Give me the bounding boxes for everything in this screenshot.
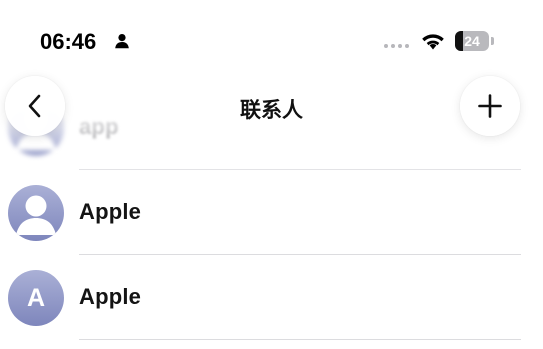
row-divider <box>79 254 521 255</box>
wifi-icon <box>422 34 444 50</box>
status-time: 06:46 <box>40 29 97 54</box>
battery-percent: 24 <box>464 33 480 49</box>
status-bar: 06:46 24 <box>0 0 543 72</box>
row-divider <box>79 169 521 170</box>
plus-icon <box>478 94 502 118</box>
cellular-signal-icon <box>384 44 409 48</box>
avatar-initial: A <box>26 283 46 312</box>
contact-avatar <box>8 185 64 241</box>
battery-icon: 24 <box>455 31 489 51</box>
contact-row-apple[interactable]: Apple <box>0 171 543 255</box>
row-divider <box>79 339 521 340</box>
add-contact-button[interactable] <box>460 76 520 136</box>
contact-row-apple-initial[interactable]: A Apple <box>0 256 543 340</box>
contact-avatar: A <box>8 270 64 326</box>
battery-tip <box>491 37 494 45</box>
contact-name: Apple <box>79 199 142 224</box>
contact-name: Apple <box>79 284 142 309</box>
person-fill-icon <box>115 34 129 49</box>
person-placeholder-icon <box>16 195 56 235</box>
